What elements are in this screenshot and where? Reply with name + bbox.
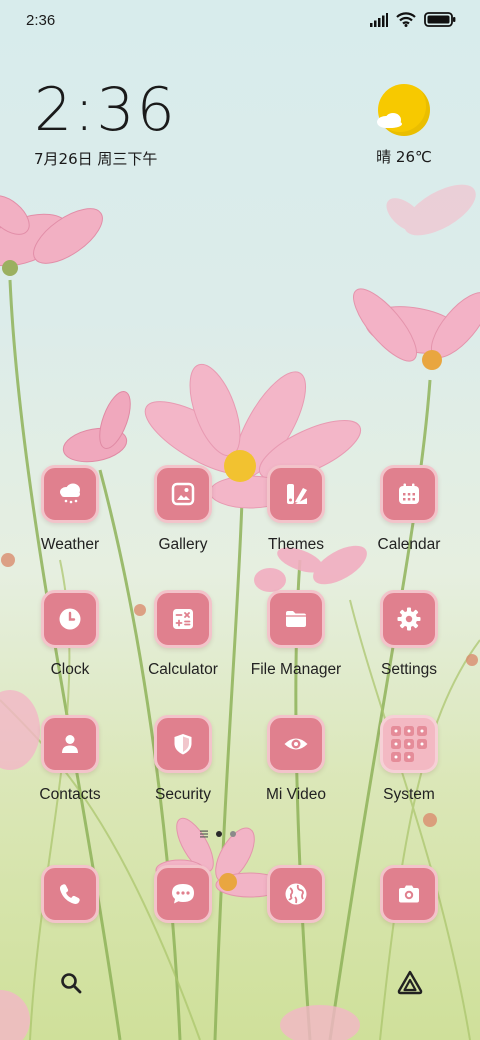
app-icon-camera xyxy=(380,865,438,923)
app-icon-calculator xyxy=(154,590,212,648)
page-indicator[interactable] xyxy=(200,830,236,838)
app-icon-gallery xyxy=(154,465,212,523)
app-icon-messages xyxy=(154,865,212,923)
app-clock[interactable]: Clock xyxy=(14,590,126,679)
folder-system[interactable]: System xyxy=(353,715,465,804)
image-icon xyxy=(171,482,195,506)
app-themes[interactable]: Themes xyxy=(240,465,352,554)
app-settings[interactable]: Settings xyxy=(353,590,465,679)
brush-palette-icon xyxy=(287,484,307,504)
folder-icon-system xyxy=(380,715,438,773)
app-label: Weather xyxy=(40,536,100,553)
page-dot-active xyxy=(216,831,222,837)
eye-icon xyxy=(284,738,308,750)
weather-text: 晴 26℃ xyxy=(376,148,432,166)
dock-phone[interactable] xyxy=(14,865,126,923)
app-icon-settings xyxy=(380,590,438,648)
folder-grid-icon xyxy=(391,726,427,762)
app-label: System xyxy=(383,786,435,803)
app-label: Clock xyxy=(50,661,90,678)
phone-icon xyxy=(59,884,80,905)
app-icon-security xyxy=(154,715,212,773)
app-label: Calendar xyxy=(377,536,441,553)
folder-icon xyxy=(286,611,306,627)
app-icon-themes xyxy=(267,465,325,523)
signal-icon xyxy=(370,12,388,27)
app-icon-clock xyxy=(41,590,99,648)
app-icon-contacts xyxy=(41,715,99,773)
app-icon-calendar xyxy=(380,465,438,523)
app-label: Contacts xyxy=(39,786,101,803)
dock-messages[interactable] xyxy=(127,865,239,923)
calendar-icon xyxy=(399,483,419,504)
wifi-icon xyxy=(396,12,416,27)
clock-time: 2:36 xyxy=(34,75,177,145)
app-label: Themes xyxy=(268,536,324,553)
app-calculator[interactable]: Calculator xyxy=(127,590,239,679)
message-icon xyxy=(172,884,194,904)
assistant-icon[interactable] xyxy=(396,969,424,995)
search-icon[interactable] xyxy=(60,972,82,994)
app-icon-weather xyxy=(41,465,99,523)
app-weather[interactable]: Weather xyxy=(14,465,126,554)
camera-icon xyxy=(399,885,419,903)
app-icon-file-manager xyxy=(267,590,325,648)
app-label: Security xyxy=(155,786,211,803)
app-label: Mi Video xyxy=(265,786,327,803)
battery-icon xyxy=(424,12,456,27)
app-icon-browser xyxy=(267,865,325,923)
app-icon-mi-video xyxy=(267,715,325,773)
status-icons xyxy=(370,12,456,27)
gear-icon xyxy=(397,607,421,631)
status-bar: 2:36 xyxy=(0,0,480,44)
page-list-icon xyxy=(200,830,208,838)
page-dot xyxy=(230,831,236,837)
app-label: File Manager xyxy=(250,661,342,678)
app-label: Gallery xyxy=(158,536,208,553)
calculator-icon xyxy=(173,609,193,629)
dock-browser[interactable] xyxy=(240,865,352,923)
shield-icon xyxy=(174,734,192,755)
app-security[interactable]: Security xyxy=(127,715,239,804)
app-contacts[interactable]: Contacts xyxy=(14,715,126,804)
app-mi-video[interactable]: Mi Video xyxy=(240,715,352,804)
app-gallery[interactable]: Gallery xyxy=(127,465,239,554)
status-time: 2:36 xyxy=(26,12,56,29)
app-label: Calculator xyxy=(148,661,218,678)
app-label: Settings xyxy=(380,661,437,678)
app-calendar[interactable]: Calendar xyxy=(353,465,465,554)
app-icon-phone xyxy=(41,865,99,923)
dock-camera[interactable] xyxy=(353,865,465,923)
search-bar[interactable] xyxy=(50,955,440,1011)
clock-icon xyxy=(59,608,81,630)
cloud-rain-icon xyxy=(60,483,80,504)
person-icon xyxy=(62,735,78,753)
sun-cloud-icon xyxy=(377,84,430,136)
app-file-manager[interactable]: File Manager xyxy=(240,590,352,679)
globe-icon xyxy=(285,883,307,905)
weather-widget[interactable]: 晴 26℃ xyxy=(364,84,444,167)
clock-date: 7月26日 周三下午 xyxy=(34,150,158,168)
clock-widget[interactable]: 2:36 7月26日 周三下午 xyxy=(34,78,177,169)
